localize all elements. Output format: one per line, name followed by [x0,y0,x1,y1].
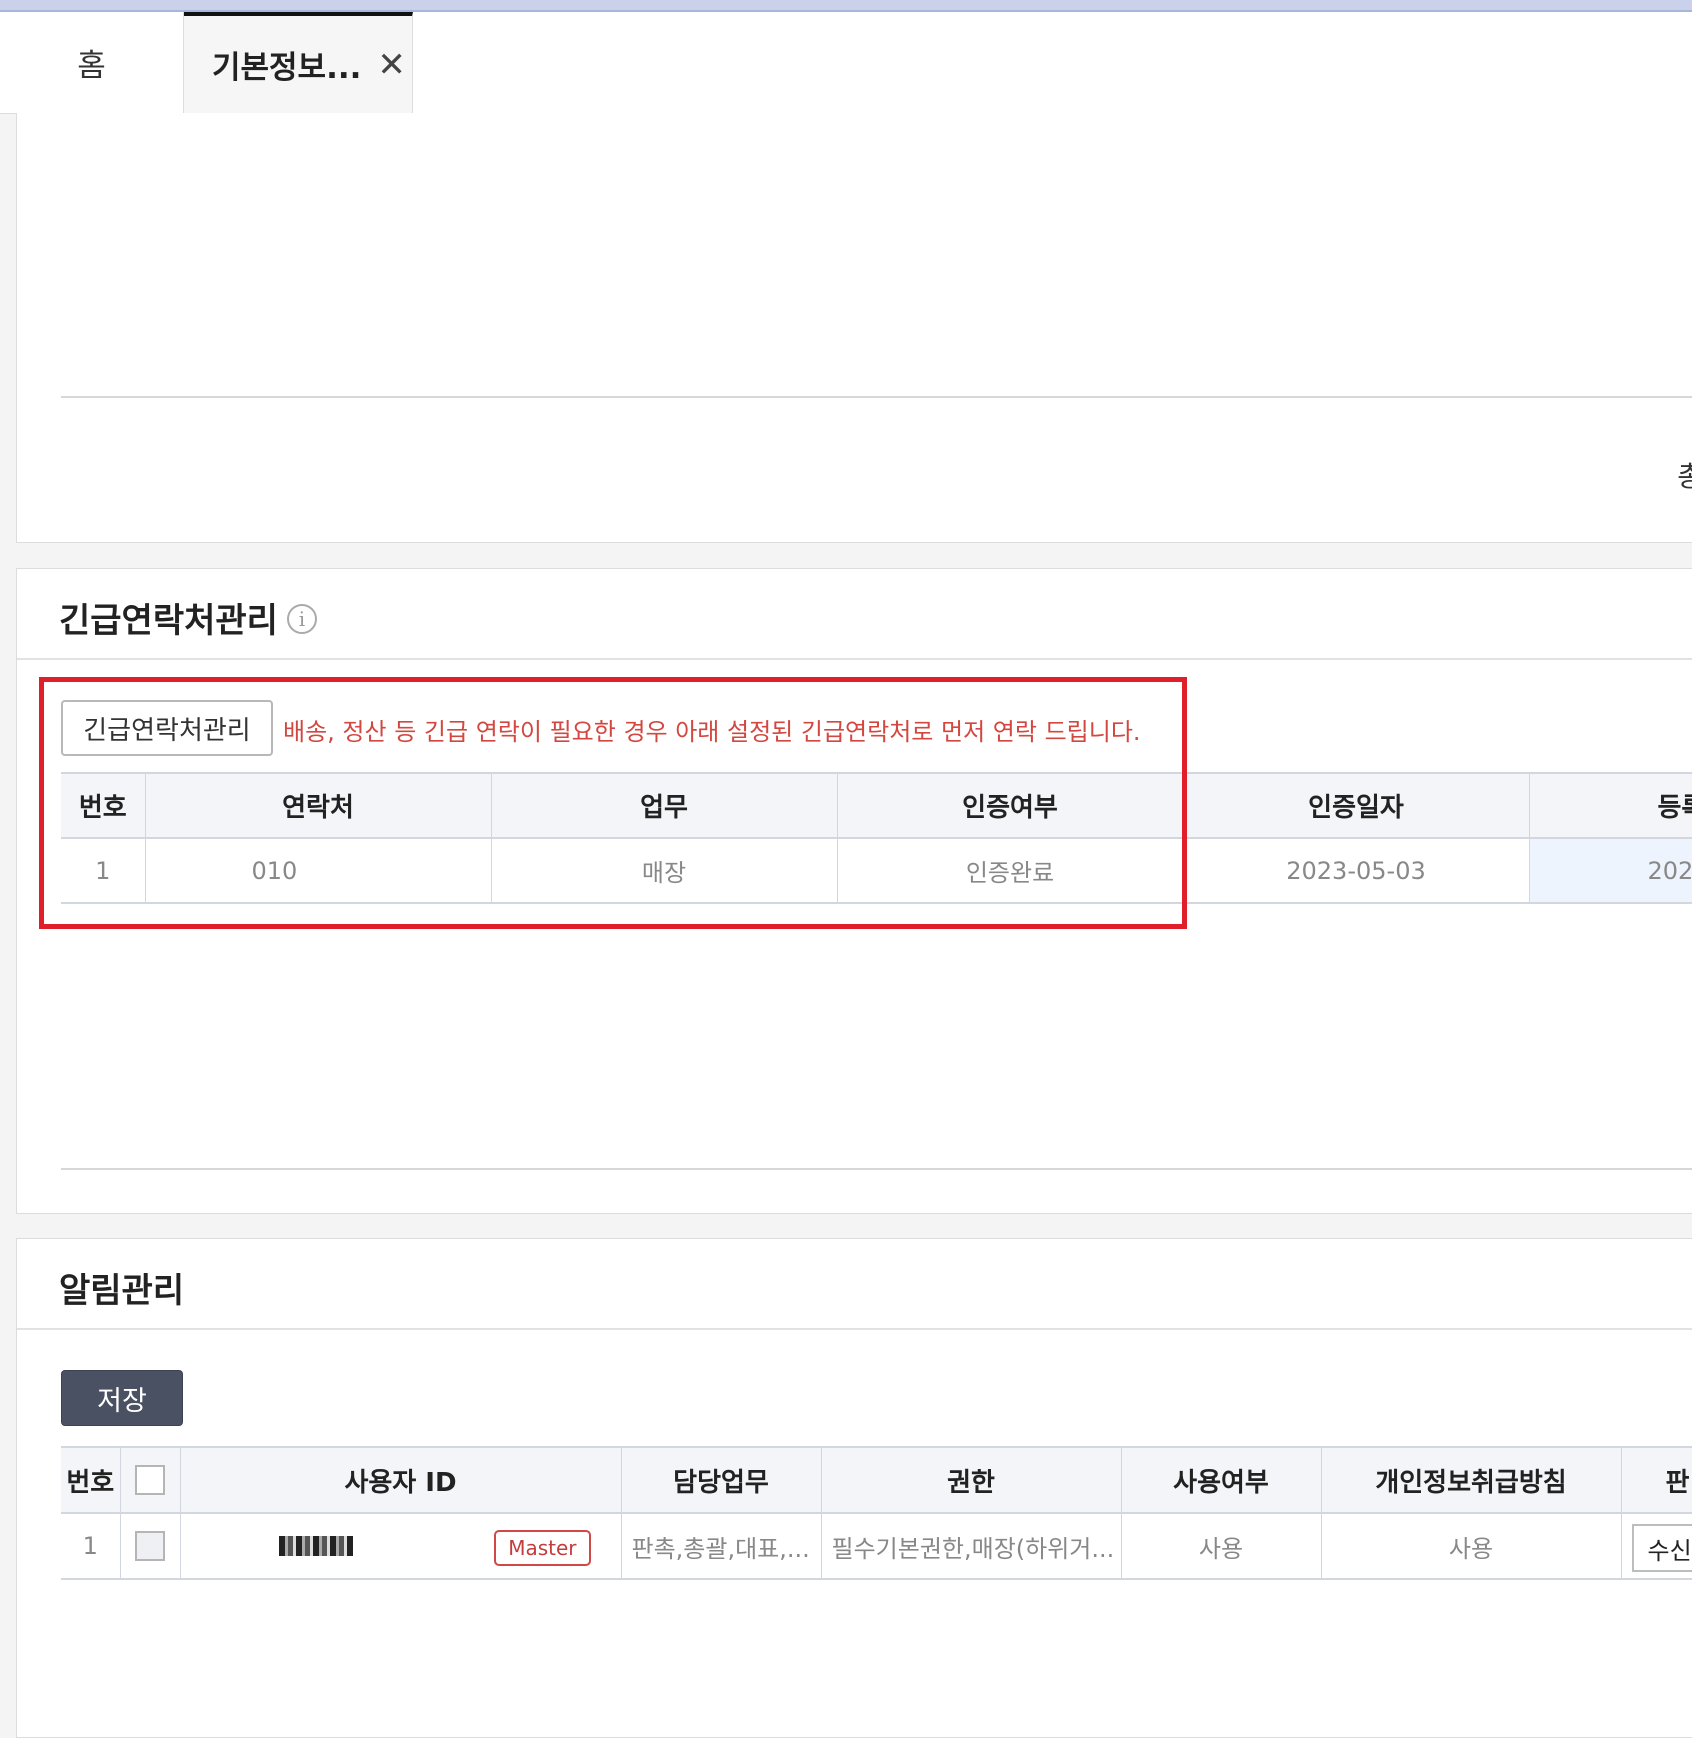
select-all-checkbox[interactable] [135,1465,165,1495]
tab-basic-info-label: 기본정보... [212,42,361,87]
cell-checkbox [120,1513,180,1579]
row-checkbox[interactable] [135,1531,165,1561]
col-header-tasks[interactable]: 담당업무 [621,1447,821,1513]
cell-use: 사용 [1121,1513,1321,1579]
tab-home-label: 홈 [77,40,106,85]
master-badge: Master [494,1530,590,1566]
col-header-no[interactable]: 번호 [61,773,145,838]
col-header-verified[interactable]: 인증여부 [837,773,1183,838]
cell-permissions: 필수기본권한,매장(하위거... [821,1513,1121,1579]
alert-management-panel: 알림관리 저장 번호 사용자 ID 담당업무 권한 사용여부 개인정보취급방침 … [16,1238,1692,1738]
tab-basic-info[interactable]: 기본정보... ✕ [184,12,413,113]
col-header-use[interactable]: 사용여부 [1121,1447,1321,1513]
col-header-user-id[interactable]: 사용자 ID [180,1447,621,1513]
total-count-label: 총 [1677,455,1692,495]
cell-verified-date: 2023-05-03 [1183,838,1529,903]
tab-home[interactable]: 홈 [0,12,184,113]
section-title-alert: 알림관리 [59,1263,184,1312]
cell-privacy: 사용 [1321,1513,1621,1579]
col-header-select-all [120,1447,180,1513]
section-divider [17,658,1692,660]
section-divider [17,1328,1692,1330]
cell-tasks: 판촉,총괄,대표,... [621,1513,821,1579]
redacted-user-id [279,1536,353,1556]
cell-task: 매장 [491,838,837,903]
cell-no: 1 [61,1513,120,1579]
col-header-registered[interactable]: 등록 [1529,773,1692,838]
cell-receive: 수신 [1621,1513,1692,1579]
col-header-task[interactable]: 업무 [491,773,837,838]
save-button[interactable]: 저장 [61,1370,183,1426]
col-header-permissions[interactable]: 권한 [821,1447,1121,1513]
col-header-contact[interactable]: 연락처 [145,773,491,838]
table-row[interactable]: 1 Master 판촉,총괄,대표,... 필수기본권한,매장(하위거... 사… [61,1513,1692,1579]
table-header-row: 번호 연락처 업무 인증여부 인증일자 등록 [61,773,1692,838]
emergency-contact-table: 번호 연락처 업무 인증여부 인증일자 등록 1 010 매장 인증완료 202… [61,772,1692,904]
grid-bottom-line [61,396,1692,398]
tab-bar: 홈 기본정보... ✕ [0,12,1692,114]
col-header-no[interactable]: 번호 [61,1447,120,1513]
window-top-strip [0,0,1692,12]
section-title-emergency: 긴급연락처관리 [59,593,278,642]
grid-bottom-line [61,1168,1692,1170]
emergency-contact-panel: 긴급연락처관리 i 긴급연락처관리 배송, 정산 등 긴급 연락이 필요한 경우… [16,568,1692,1214]
emergency-notice-text: 배송, 정산 등 긴급 연락이 필요한 경우 아래 설정된 긴급연락처로 먼저 … [283,712,1141,747]
cell-registered: 2023 [1529,838,1692,903]
close-icon[interactable]: ✕ [377,45,406,85]
col-header-privacy[interactable]: 개인정보취급방침 [1321,1447,1621,1513]
user-id-value [217,1514,415,1579]
col-header-sales[interactable]: 판 [1621,1447,1692,1513]
cell-no: 1 [61,838,145,903]
previous-section-panel: 총 [16,113,1692,543]
table-row[interactable]: 1 010 매장 인증완료 2023-05-03 2023 [61,838,1692,903]
receive-select[interactable]: 수신 [1632,1524,1692,1572]
col-header-verified-date[interactable]: 인증일자 [1183,773,1529,838]
info-icon[interactable]: i [287,604,317,634]
alert-user-table: 번호 사용자 ID 담당업무 권한 사용여부 개인정보취급방침 판 1 Mast… [61,1446,1692,1580]
cell-contact: 010 [145,838,491,903]
table-header-row: 번호 사용자 ID 담당업무 권한 사용여부 개인정보취급방침 판 [61,1447,1692,1513]
cell-user-id: Master [180,1513,621,1579]
cell-verified: 인증완료 [837,838,1183,903]
emergency-contact-manage-button[interactable]: 긴급연락처관리 [61,700,273,756]
